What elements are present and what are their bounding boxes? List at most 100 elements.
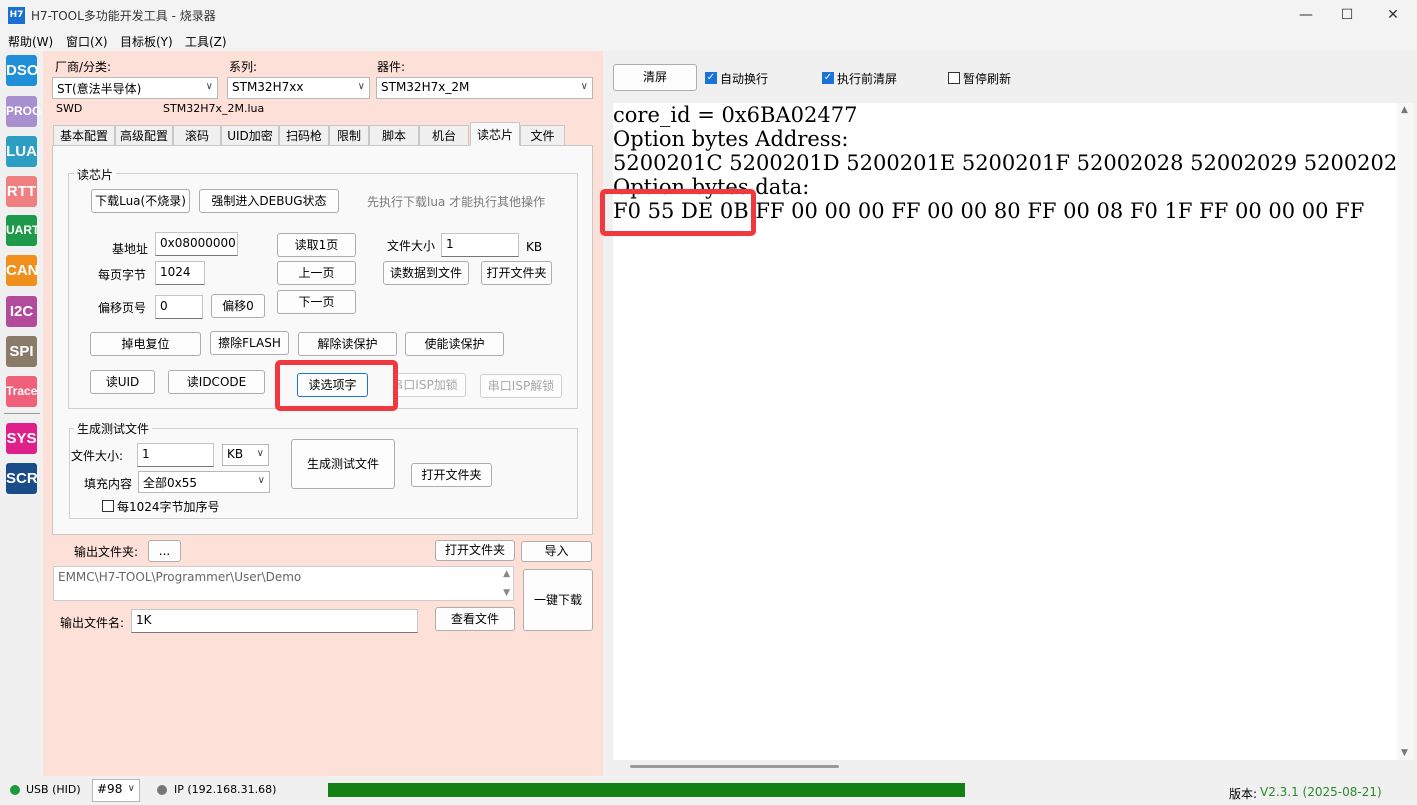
chevron-down-icon: ∨	[205, 81, 213, 92]
isp-unlock-button[interactable]: 串口ISP解锁	[480, 374, 562, 398]
output-path-text: EMMC\H7-TOOL\Programmer\User\Demo	[58, 570, 302, 584]
view-file-button[interactable]: 查看文件	[435, 607, 515, 631]
page-bytes-input[interactable]: 1024	[155, 261, 205, 285]
close-button[interactable]: ✕	[1370, 0, 1416, 31]
download-lua-button[interactable]: 下载Lua(不烧录)	[91, 189, 190, 213]
tab-script[interactable]: 脚本	[369, 125, 419, 146]
menu-help[interactable]: 帮助(W)	[8, 33, 53, 50]
tool-scr[interactable]: SCR	[6, 463, 38, 494]
menu-tools[interactable]: 工具(Z)	[185, 33, 227, 50]
fill-content-select[interactable]: 全部0x55 ∨	[138, 471, 270, 493]
open-folder-button[interactable]: 打开文件夹	[481, 261, 552, 285]
vendor-label: 厂商/分类:	[55, 60, 112, 74]
tool-uart[interactable]: UART	[6, 215, 39, 246]
progress-fill	[328, 783, 965, 797]
tab-read-chip[interactable]: 读芯片	[470, 122, 520, 146]
part-select[interactable]: STM32H7x_2M ∨	[376, 77, 593, 99]
clear-before-exec-label: 执行前清屏	[837, 72, 898, 86]
horizontal-scrollbar-thumb[interactable]	[630, 765, 839, 768]
pause-refresh-checkbox[interactable]	[948, 72, 960, 84]
test-size-unit-select[interactable]: KB ∨	[222, 444, 269, 466]
auto-wrap-checkbox[interactable]: ✓	[705, 72, 717, 84]
one-key-download-button[interactable]: 一键下载	[523, 569, 593, 631]
version-value: V2.3.1 (2025-08-21)	[1260, 785, 1382, 799]
tool-rtt[interactable]: RTT	[6, 176, 37, 207]
enable-read-protect-button[interactable]: 使能读保护	[405, 332, 504, 356]
tool-i2c[interactable]: I2C	[6, 296, 37, 327]
tab-file[interactable]: 文件	[520, 125, 565, 146]
usb-status-text: USB (HID)	[26, 783, 81, 796]
browse-button[interactable]: ...	[148, 540, 181, 562]
force-debug-button[interactable]: 强制进入DEBUG状态	[199, 189, 339, 213]
tool-lua[interactable]: LUA	[6, 136, 37, 167]
clear-before-exec-checkbox[interactable]: ✓	[822, 72, 834, 84]
read-option-bytes-button[interactable]: 读选项字	[297, 373, 368, 397]
read-uid-button[interactable]: 读UID	[90, 370, 155, 394]
gen-test-group-title: 生成测试文件	[74, 420, 153, 437]
remove-read-protect-button[interactable]: 解除读保护	[298, 332, 397, 356]
read-idcode-button[interactable]: 读IDCODE	[168, 370, 265, 394]
import-button[interactable]: 导入	[521, 541, 592, 562]
read-page-button[interactable]: 读取1页	[277, 233, 356, 257]
tool-prog[interactable]: PROG	[6, 96, 41, 127]
offset-page-input[interactable]: 0	[155, 295, 203, 319]
tool-dso[interactable]: DSO	[6, 55, 39, 86]
ip-status-dot	[157, 785, 167, 795]
output-line: 5200201C 5200201D 5200201E 5200201F 5200…	[613, 151, 1397, 175]
version-label: 版本:	[1229, 787, 1258, 801]
tool-can[interactable]: CAN	[6, 255, 39, 286]
tab-basic-config[interactable]: 基本配置	[53, 125, 115, 146]
chevron-down-icon: ∨	[357, 81, 365, 92]
offset0-button[interactable]: 偏移0	[211, 294, 265, 318]
fill-content-label: 填充内容	[84, 477, 133, 491]
read-to-file-button[interactable]: 读数据到文件	[383, 261, 469, 285]
device-number-select[interactable]: #98 ∨	[92, 779, 140, 802]
device-number-value: #98	[97, 782, 123, 796]
vendor-value: ST(意法半导体)	[57, 82, 142, 96]
interface-text: SWD	[56, 102, 83, 115]
menu-target-board[interactable]: 目标板(Y)	[120, 33, 173, 50]
base-addr-label: 基地址	[112, 242, 149, 256]
output-filename-input[interactable]: 1K	[131, 609, 418, 633]
gen-open-folder-button[interactable]: 打开文件夹	[411, 463, 492, 487]
maximize-button[interactable]: ☐	[1324, 0, 1370, 31]
power-reset-button[interactable]: 掉电复位	[90, 332, 201, 356]
erase-flash-button[interactable]: 擦除FLASH	[210, 331, 289, 355]
generate-test-file-button[interactable]: 生成测试文件	[291, 439, 395, 489]
output-path-box[interactable]: EMMC\H7-TOOL\Programmer\User\Demo ▲ ▼	[53, 566, 514, 601]
file-size-input[interactable]: 1	[441, 233, 519, 257]
tool-trace[interactable]: Trace	[6, 376, 37, 407]
seq-checkbox[interactable]	[102, 500, 114, 512]
base-addr-input[interactable]: 0x08000000	[155, 232, 238, 256]
chevron-down-icon: ∨	[580, 81, 588, 92]
next-page-button[interactable]: 下一页	[277, 290, 356, 314]
tab-rolling-code[interactable]: 滚码	[173, 125, 221, 146]
vertical-scrollbar[interactable]: ▲ ▼	[1397, 103, 1414, 760]
output-filename-label: 输出文件名:	[60, 616, 125, 630]
fill-content-value: 全部0x55	[143, 476, 198, 490]
tab-machine[interactable]: 机台	[419, 125, 469, 146]
prev-page-button[interactable]: 上一页	[277, 261, 356, 285]
tool-spi[interactable]: SPI	[6, 336, 37, 367]
tab-scanner[interactable]: 扫码枪	[279, 125, 329, 146]
vendor-select[interactable]: ST(意法半导体) ∨	[52, 77, 218, 99]
series-select[interactable]: STM32H7xx ∨	[227, 77, 370, 99]
output-line: Option bytes Address:	[613, 127, 849, 151]
tool-sys[interactable]: SYS	[6, 423, 37, 454]
app-icon: H7	[8, 7, 25, 24]
series-value: STM32H7xx	[232, 80, 304, 94]
test-size-label: 文件大小:	[71, 449, 124, 463]
clear-screen-button[interactable]: 清屏	[613, 64, 697, 91]
tab-advanced-config[interactable]: 高级配置	[115, 125, 173, 146]
menu-window[interactable]: 窗口(X)	[66, 33, 108, 50]
scroll-up-icon[interactable]: ▲	[1401, 105, 1408, 115]
scroll-down-icon[interactable]: ▼	[503, 588, 510, 598]
test-size-input[interactable]: 1	[137, 443, 214, 467]
scroll-up-icon[interactable]: ▲	[503, 569, 510, 579]
lua-file-text: STM32H7x_2M.lua	[163, 102, 265, 115]
output-open-folder-button[interactable]: 打开文件夹	[435, 540, 515, 561]
tab-uid-encrypt[interactable]: UID加密	[221, 125, 279, 146]
scroll-down-icon[interactable]: ▼	[1401, 748, 1408, 758]
tab-limit[interactable]: 限制	[329, 125, 369, 146]
minimize-button[interactable]: —	[1283, 0, 1329, 31]
